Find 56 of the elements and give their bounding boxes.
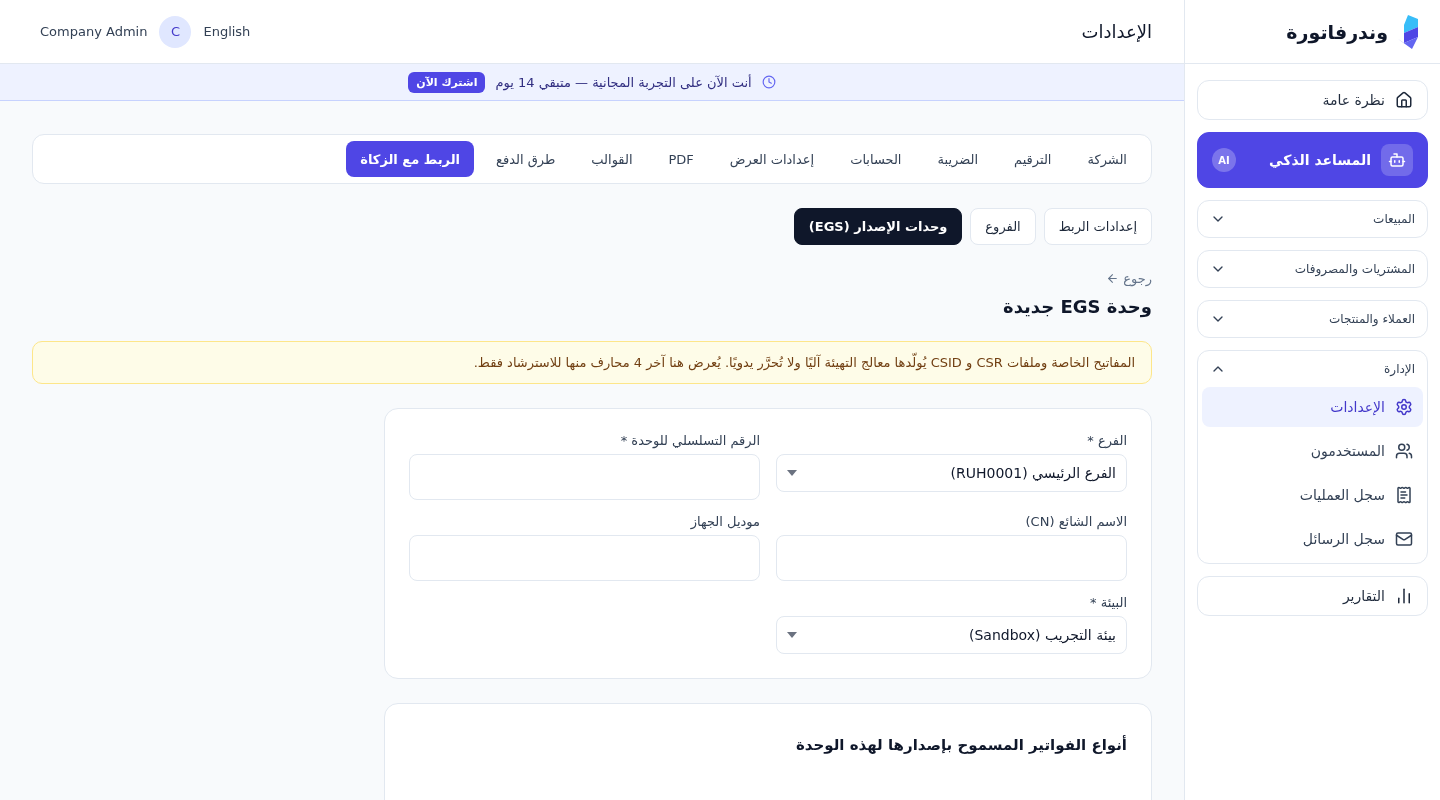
trial-text: أنت الآن على التجربة المجانية — متبقي 14 يوم — [495, 74, 752, 90]
input-field[interactable] — [776, 535, 1127, 581]
input-field[interactable] — [409, 535, 760, 581]
user-name: Company Admin — [40, 24, 148, 39]
logo-icon — [1398, 14, 1418, 49]
page-title: وحدة EGS جديدة — [1003, 296, 1152, 317]
section-header[interactable]: المبيعات — [1198, 201, 1427, 237]
users-icon — [1395, 442, 1413, 460]
field-label: الرقم التسلسلي للوحدة * — [619, 433, 760, 448]
field-label: موديل الجهاز — [689, 514, 760, 529]
nav-item[interactable]: الإعدادات — [1202, 387, 1423, 427]
brand-name: وندرفاتورة — [1286, 20, 1388, 43]
robot-icon — [1381, 144, 1413, 176]
avatar[interactable]: C — [159, 15, 192, 48]
back-link[interactable]: رجوع — [1106, 271, 1152, 286]
section-header[interactable]: العملاء والمنتجات — [1198, 301, 1427, 337]
tab[interactable]: القوالب — [577, 141, 647, 177]
tab[interactable]: طرق الدفع — [482, 141, 570, 177]
ai-badge: AI — [1212, 148, 1236, 172]
field-label: الاسم الشائع (CN) — [1024, 514, 1127, 529]
subscribe-button[interactable]: اشترك الآن — [408, 71, 486, 93]
subtab[interactable]: الفروع — [970, 208, 1036, 245]
section-header[interactable]: المشتريات والمصروفات — [1198, 251, 1427, 287]
subtab[interactable]: وحدات الإصدار (EGS) — [793, 208, 963, 245]
caret-icon — [787, 470, 797, 476]
select-field[interactable]: بيئة التجريب (Sandbox) — [776, 616, 1127, 654]
section-header[interactable]: الإدارة — [1198, 351, 1427, 387]
tab[interactable]: الضريبة — [923, 141, 992, 177]
tab[interactable]: إعدادات العرض — [715, 141, 829, 177]
tab[interactable]: الربط مع الزكاة — [346, 141, 474, 177]
field-label: البيئة * — [1089, 595, 1127, 610]
settings-icon — [1395, 398, 1413, 416]
clock-icon — [761, 75, 776, 89]
notice: المفاتيح الخاصة وملفات CSR و CSID يُولّدها معالج التهيئة آليًا ولا تُحرَّر يدويًا. يُعرض هنا آخر 4 محارف منها للاسترشاد فقط. — [32, 341, 1152, 384]
card-title: أنواع الفواتير المسموح بإصدارها لهذه الوحدة — [794, 736, 1127, 754]
nav-item[interactable]: المستخدمون — [1202, 431, 1423, 471]
select-field[interactable]: الفرع الرئيسي (RUH0001) — [776, 454, 1127, 492]
nav-item[interactable]: التقارير — [1197, 576, 1428, 616]
tab[interactable]: الحسابات — [836, 141, 916, 177]
mail-icon — [1395, 530, 1413, 548]
field-label: الفرع * — [1086, 433, 1127, 448]
language-link[interactable]: English — [203, 24, 251, 39]
bar-chart-icon — [1395, 587, 1413, 605]
tab[interactable]: الترقيم — [1000, 141, 1066, 177]
tab[interactable]: PDF — [654, 141, 708, 177]
nav-item[interactable]: سجل العمليات — [1202, 475, 1423, 515]
subtab[interactable]: إعدادات الربط — [1043, 208, 1152, 245]
nav-item[interactable]: نظرة عامة — [1197, 80, 1428, 120]
arrow-left-icon — [1106, 272, 1120, 285]
nav-item[interactable]: سجل الرسائل — [1202, 519, 1423, 559]
caret-icon — [787, 632, 797, 638]
home-icon — [1395, 91, 1413, 109]
receipt-icon — [1395, 486, 1413, 504]
input-field[interactable] — [409, 454, 760, 500]
page-header-title: الإعدادات — [1081, 21, 1152, 42]
tab[interactable]: الشركة — [1073, 141, 1141, 177]
